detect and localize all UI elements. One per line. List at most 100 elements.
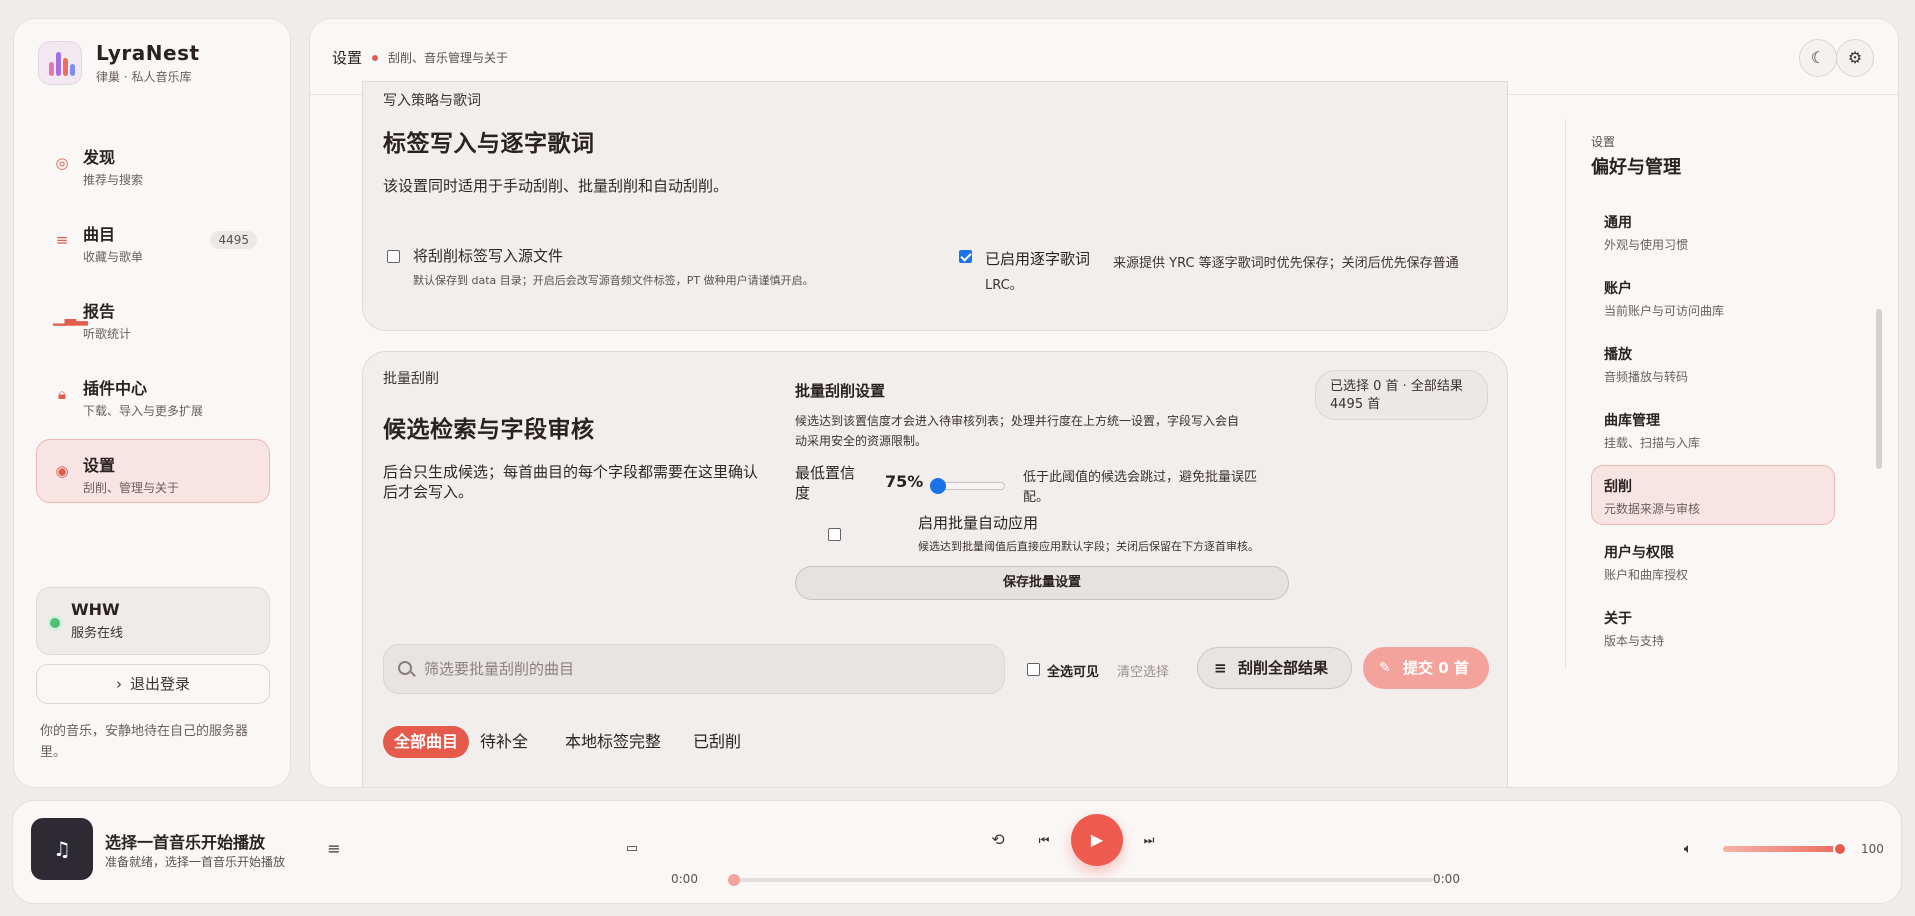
previous-icon[interactable]: ⏮ [1033,829,1055,851]
confidence-hint: 低于此阈值的候选会跳过，避免批量误匹 [1023,470,1258,485]
card-title: 标签写入与逐字歌词 [383,131,595,157]
toc-item-title: 用户与权限 [1604,545,1674,561]
now-playing-subtitle: 准备就绪，选择一首音乐开始播放 [105,855,286,869]
toc-kicker: 设置 [1591,135,1616,149]
nav-item-settings[interactable]: ◉ 设置 刮削、管理与关于 [36,439,270,503]
nav-item-discover[interactable]: ◎ 发现 推荐与搜索 [36,131,270,195]
nav-item-subtitle: 下载、导入与更多扩展 [83,404,204,418]
toc-item-subtitle: 当前账户与可访问曲库 [1604,304,1725,318]
list-icon: ≡ [55,231,69,249]
toc-item-about[interactable]: 关于 版本与支持 [1591,597,1835,657]
scrape-all-label: 刮削全部结果 [1238,659,1329,677]
word-lyrics-label: 已启用逐字歌词 [985,250,1091,268]
logout-button[interactable]: › 退出登录 [36,664,270,704]
confidence-label-tail: 度 [795,484,811,502]
settings-button[interactable]: ⚙ [1836,39,1874,77]
card-description: 该设置同时适用于手动刮削、批量刮削和自动刮削。 [383,177,729,195]
brand[interactable]: LyraNest 律巢 · 私人音乐库 [38,41,200,85]
volume-icon[interactable]: 🔈︎ [1677,838,1699,860]
bar-chart-icon: ▁▃▂ [53,308,88,326]
wand-icon: ✎ [1379,660,1391,676]
card-description: 后台只生成候选；每首曲目的每个字段都需要在这里确认后才会写入。 [383,463,759,501]
clear-selection-button[interactable]: 清空选择 [1117,661,1169,680]
confidence-hint-tail: 配。 [1023,490,1050,505]
toc-item-scrape[interactable]: 刮削 元数据来源与审核 [1591,465,1835,525]
play-button[interactable]: ▶ [1071,814,1123,866]
tab-scraped[interactable]: 已刮削 [682,726,752,758]
nav-item-reports[interactable]: ▁▃▂ 报告 听歌统计 [36,285,270,349]
toc-item-account[interactable]: 账户 当前账户与可访问曲库 [1591,267,1835,327]
auto-apply-checkbox[interactable] [828,528,841,541]
app-logo-icon [38,41,82,85]
search-placeholder: 筛选要批量刮削的曲目 [424,660,575,678]
breadcrumb: 设置 刮削、音乐管理与关于 [332,47,508,68]
toc-item-title: 账户 [1604,281,1632,297]
progress-bar[interactable] [728,874,1433,886]
toc-item-users[interactable]: 用户与权限 账户和曲库授权 [1591,531,1835,591]
theme-toggle-button[interactable]: ☾ [1799,39,1837,77]
toc-item-title: 刮削 [1604,479,1632,495]
album-cover[interactable]: ♫ [31,818,93,880]
scrollbar-thumb[interactable] [1876,309,1882,469]
nav-item-subtitle: 听歌统计 [83,327,132,341]
toc-item-general[interactable]: 通用 外观与使用习惯 [1591,201,1835,261]
settings-icon: ◉ [55,462,69,480]
track-filter-input[interactable]: 筛选要批量刮削的曲目 [383,644,1005,694]
page-title: 设置 [332,49,363,67]
moon-icon: ☾ [1810,48,1826,67]
user-card[interactable]: WHW 服务在线 [36,587,270,655]
tab-incomplete[interactable]: 待补全 [469,726,539,758]
word-lyrics-checkbox[interactable] [959,250,972,263]
page-subtitle: 刮削、音乐管理与关于 [388,51,509,65]
tag-write-card: 写入策略与歌词 标签写入与逐字歌词 该设置同时适用于手动刮削、批量刮削和自动刮削… [362,81,1508,331]
write-tags-checkbox[interactable] [387,250,400,263]
player-bar: ♫ 选择一首音乐开始播放 准备就绪，选择一首音乐开始播放 ≡ ▭ ⟲ ⏮ ▶ ⏭… [12,800,1902,904]
tab-local-tags-complete[interactable]: 本地标签完整 [554,726,672,758]
scrape-all-button[interactable]: ≡ 刮削全部结果 [1197,647,1352,689]
volume-value: 100 [1861,842,1884,856]
toc-item-subtitle: 账户和曲库授权 [1604,568,1689,582]
volume-slider[interactable] [1723,842,1847,856]
lock-icon: 🔒︎ [58,385,66,403]
current-time: 0:00 [671,872,698,886]
tab-all-tracks[interactable]: 全部曲目 [383,726,470,758]
toc-item-playback[interactable]: 播放 音频播放与转码 [1591,333,1835,393]
submit-button[interactable]: ✎ 提交 0 首 [1363,647,1489,689]
toc-title: 偏好与管理 [1591,157,1681,178]
batch-settings-desc: 候选达到该置信度才会进入待审核列表；处理并行度在上方统一设置，字段写入会自 [795,414,1240,428]
card-title: 候选检索与字段审核 [383,417,595,443]
next-icon[interactable]: ⏭ [1138,829,1160,851]
volume-knob[interactable] [1833,842,1847,856]
select-all-checkbox[interactable] [1027,663,1040,676]
batch-settings-desc-tail: 动采用安全的资源限制。 [795,434,928,448]
repeat-icon[interactable]: ⟲ [987,829,1009,851]
sidebar-footer-text: 你的音乐，安静地待在自己的服务器里。 [40,724,249,760]
selection-summary: 已选择 0 首 · 全部结果 [1330,379,1463,394]
nav-item-title: 插件中心 [83,379,148,398]
lyrics-icon[interactable]: ▭ [621,838,643,860]
slider-knob[interactable] [930,478,946,494]
nav-item-plugins[interactable]: 🔒︎ 插件中心 下载、导入与更多扩展 [36,362,270,426]
nav-item-title: 设置 [83,456,116,475]
card-eyebrow: 批量刮削 [383,371,439,387]
queue-icon[interactable]: ≡ [323,838,345,860]
progress-knob[interactable] [728,874,740,886]
main-panel: 设置 刮削、音乐管理与关于 ☾ ⚙ 写入策略与歌词 标签写入与逐字歌词 该设置同… [309,18,1899,788]
save-batch-settings-button[interactable]: 保存批量设置 [795,566,1289,600]
settings-toc: 设置 偏好与管理 通用 外观与使用习惯 账户 当前账户与可访问曲库 播放 音频播… [1565,119,1835,669]
toc-item-library[interactable]: 曲库管理 挂载、扫描与入库 [1591,399,1835,459]
word-lyrics-hint: 来源提供 YRC 等逐字歌词时优先保存；关闭后优先保存普通 [1113,256,1459,271]
write-tags-hint: 默认保存到 data 目录；开启后会改写源音频文件标签，PT 做种用户请谨慎开启… [413,274,814,287]
toc-item-subtitle: 音频播放与转码 [1604,370,1689,384]
toc-item-subtitle: 元数据来源与审核 [1604,502,1701,516]
nav-item-tracks[interactable]: ≡ 曲目 收藏与歌单 4495 [36,208,270,272]
toc-item-subtitle: 版本与支持 [1604,634,1665,648]
batch-settings-title: 批量刮削设置 [795,382,886,400]
auto-apply-label: 启用批量自动应用 [918,514,1039,532]
chevron-right-icon: › [115,675,122,693]
brand-name: LyraNest [96,41,200,65]
online-status-dot [50,618,60,628]
toc-item-subtitle: 外观与使用习惯 [1604,238,1689,252]
confidence-slider[interactable] [930,478,1005,494]
confidence-value: 75% [885,472,924,491]
